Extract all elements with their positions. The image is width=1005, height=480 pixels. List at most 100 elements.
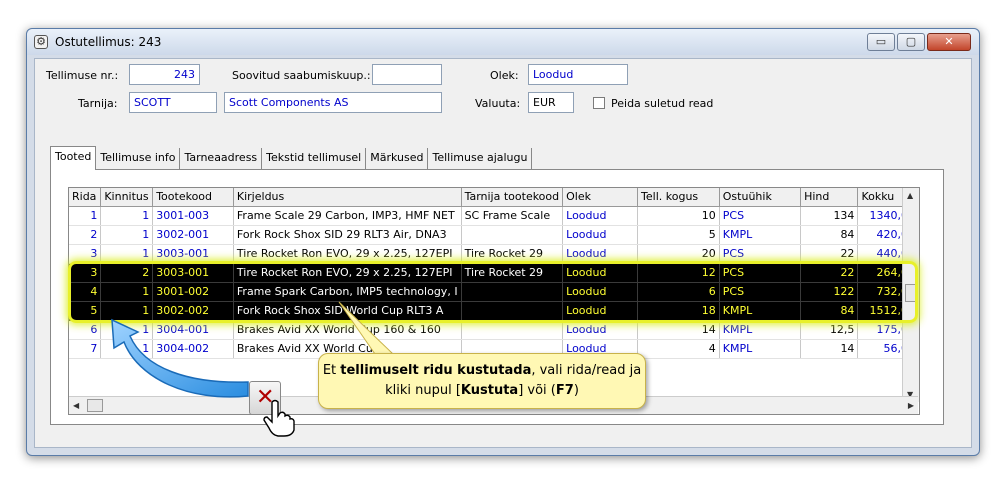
cell-rida[interactable]: 7: [69, 339, 102, 359]
col-ostuuhik[interactable]: Ostuühik: [719, 188, 802, 207]
cell-hind[interactable]: 122: [800, 282, 859, 302]
cell-rida[interactable]: 3: [69, 244, 102, 264]
tab-tooted[interactable]: Tooted: [50, 146, 97, 170]
arrival-date-field[interactable]: [372, 64, 442, 85]
cell-kogus[interactable]: 14: [637, 320, 720, 340]
cell-ostuuhik[interactable]: KMPL: [719, 225, 802, 245]
supplier-code-field[interactable]: SCOTT: [129, 92, 217, 113]
callout-bold-3: F7: [555, 383, 574, 398]
cell-hind[interactable]: 134: [800, 206, 859, 226]
cell-tootekood[interactable]: 3002-001: [152, 225, 234, 245]
cell-ostuuhik[interactable]: PCS: [719, 244, 802, 264]
cell-tarnija-tootekood[interactable]: [461, 320, 564, 340]
cell-kogus[interactable]: 5: [637, 225, 720, 245]
cell-kirjeldus[interactable]: Tire Rocket Ron EVO, 29 x 2.25, 127EPI: [233, 244, 462, 264]
cell-kogus[interactable]: 12: [637, 263, 720, 283]
cell-hind[interactable]: 22: [800, 263, 859, 283]
tab-tekstid-tellimusel[interactable]: Tekstid tellimusel: [262, 148, 367, 169]
cell-rida[interactable]: 3: [69, 263, 102, 283]
vertical-scrollbar[interactable]: ▲ ▼: [902, 188, 919, 402]
cell-hind[interactable]: 84: [800, 225, 859, 245]
cell-hind[interactable]: 12,5: [800, 320, 859, 340]
cell-tarnija-tootekood[interactable]: [461, 282, 564, 302]
minimize-button[interactable]: ▭: [867, 33, 895, 51]
help-callout: Et tellimuselt ridu kustutada, vali rida…: [318, 353, 646, 409]
cell-olek[interactable]: Loodud: [562, 244, 639, 264]
cell-rida[interactable]: 6: [69, 320, 102, 340]
maximize-button[interactable]: ▢: [897, 33, 925, 51]
title-bar[interactable]: ⚙ Ostutellimus: 243 ▭ ▢ ✕: [27, 29, 979, 55]
cell-rida[interactable]: 1: [69, 206, 102, 226]
cell-ostuuhik[interactable]: KMPL: [719, 339, 802, 359]
cell-hind[interactable]: 22: [800, 244, 859, 264]
table-row[interactable]: 3 2 3003-001 Tire Rocket Ron EVO, 29 x 2.25…: [69, 263, 919, 283]
cell-tarnija-tootekood[interactable]: Tire Rocket 29: [461, 263, 564, 283]
cell-olek[interactable]: Loodud: [562, 320, 639, 340]
tab-markused[interactable]: Märkused: [366, 148, 429, 169]
col-hind[interactable]: Hind: [800, 188, 859, 207]
col-tarnija-tootekood[interactable]: Tarnija tootekood: [461, 188, 564, 207]
cell-tarnija-tootekood[interactable]: SC Frame Scale: [461, 206, 564, 226]
cell-olek[interactable]: Loodud: [562, 301, 639, 321]
scroll-left-icon[interactable]: ◀: [73, 401, 79, 410]
cell-rida[interactable]: 2: [69, 225, 102, 245]
cell-ostuuhik[interactable]: KMPL: [719, 320, 802, 340]
cell-ostuuhik[interactable]: PCS: [719, 263, 802, 283]
scroll-up-icon[interactable]: ▲: [907, 191, 913, 200]
table-row[interactable]: 1 1 3001-003 Frame Scale 29 Carbon, IMP3, H…: [69, 206, 919, 226]
col-tell-kogus[interactable]: Tell. kogus: [637, 188, 720, 207]
supplier-name-field[interactable]: Scott Components AS: [224, 92, 442, 113]
close-button[interactable]: ✕: [927, 33, 971, 51]
cell-ostuuhik[interactable]: KMPL: [719, 301, 802, 321]
cell-kirjeldus[interactable]: Tire Rocket Ron EVO, 29 x 2.25, 127EPI: [233, 263, 462, 283]
table-row[interactable]: 2 1 3002-001 Fork Rock Shox SID 29 RLT3 Air…: [69, 225, 919, 245]
cell-tootekood[interactable]: 3001-003: [152, 206, 234, 226]
cell-tootekood[interactable]: 3003-001: [152, 263, 234, 283]
cell-olek[interactable]: Loodud: [562, 225, 639, 245]
cell-hind[interactable]: 84: [800, 301, 859, 321]
table-row[interactable]: 4 1 3001-002 Frame Spark Carbon, IMP5 techn…: [69, 282, 919, 302]
cell-kogus[interactable]: 20: [637, 244, 720, 264]
col-tootekood[interactable]: Tootekood: [152, 188, 234, 207]
cell-tootekood[interactable]: 3001-002: [152, 282, 234, 302]
cell-olek[interactable]: Loodud: [562, 282, 639, 302]
cell-kinnitus[interactable]: 1: [100, 282, 154, 302]
tab-tellimuse-info[interactable]: Tellimuse info: [96, 148, 181, 169]
table-row[interactable]: 3 1 3003-001 Tire Rocket Ron EVO, 29 x 2.25…: [69, 244, 919, 264]
callout-text-1: Et: [322, 363, 341, 378]
cell-kogus[interactable]: 4: [637, 339, 720, 359]
cell-kinnitus[interactable]: 1: [100, 206, 154, 226]
cell-kogus[interactable]: 18: [637, 301, 720, 321]
cell-kinnitus[interactable]: 2: [100, 263, 154, 283]
cell-kogus[interactable]: 10: [637, 206, 720, 226]
cell-hind[interactable]: 14: [800, 339, 859, 359]
scroll-right-icon[interactable]: ▶: [908, 401, 914, 410]
cell-kirjeldus[interactable]: Frame Scale 29 Carbon, IMP3, HMF NET: [233, 206, 462, 226]
col-kinnitus[interactable]: Kinnitus: [100, 188, 154, 207]
cell-kinnitus[interactable]: 1: [100, 244, 154, 264]
cell-kinnitus[interactable]: 1: [100, 225, 154, 245]
col-rida[interactable]: Rida: [69, 188, 102, 207]
currency-field[interactable]: EUR: [528, 92, 574, 113]
order-no-field[interactable]: 243: [129, 64, 200, 85]
cell-kirjeldus[interactable]: Frame Spark Carbon, IMP5 technology, I: [233, 282, 462, 302]
cell-kogus[interactable]: 6: [637, 282, 720, 302]
col-olek[interactable]: Olek: [562, 188, 639, 207]
cell-olek[interactable]: Loodud: [562, 263, 639, 283]
cell-rida[interactable]: 5: [69, 301, 102, 321]
cell-rida[interactable]: 4: [69, 282, 102, 302]
cell-tootekood[interactable]: 3003-001: [152, 244, 234, 264]
cell-tarnija-tootekood[interactable]: [461, 225, 564, 245]
cell-kirjeldus[interactable]: Fork Rock Shox SID 29 RLT3 Air, DNA3: [233, 225, 462, 245]
hide-closed-checkbox[interactable]: [593, 97, 605, 109]
status-field[interactable]: Loodud: [528, 64, 628, 85]
cell-tarnija-tootekood[interactable]: [461, 301, 564, 321]
col-kirjeldus[interactable]: Kirjeldus: [233, 188, 462, 207]
tab-tellimuse-ajalugu[interactable]: Tellimuse ajalugu: [428, 148, 533, 169]
cell-olek[interactable]: Loodud: [562, 206, 639, 226]
cell-ostuuhik[interactable]: PCS: [719, 206, 802, 226]
tab-tarneaadress[interactable]: Tarneaadress: [180, 148, 263, 169]
cell-ostuuhik[interactable]: PCS: [719, 282, 802, 302]
vertical-scroll-thumb[interactable]: [905, 284, 917, 302]
cell-tarnija-tootekood[interactable]: Tire Rocket 29: [461, 244, 564, 264]
